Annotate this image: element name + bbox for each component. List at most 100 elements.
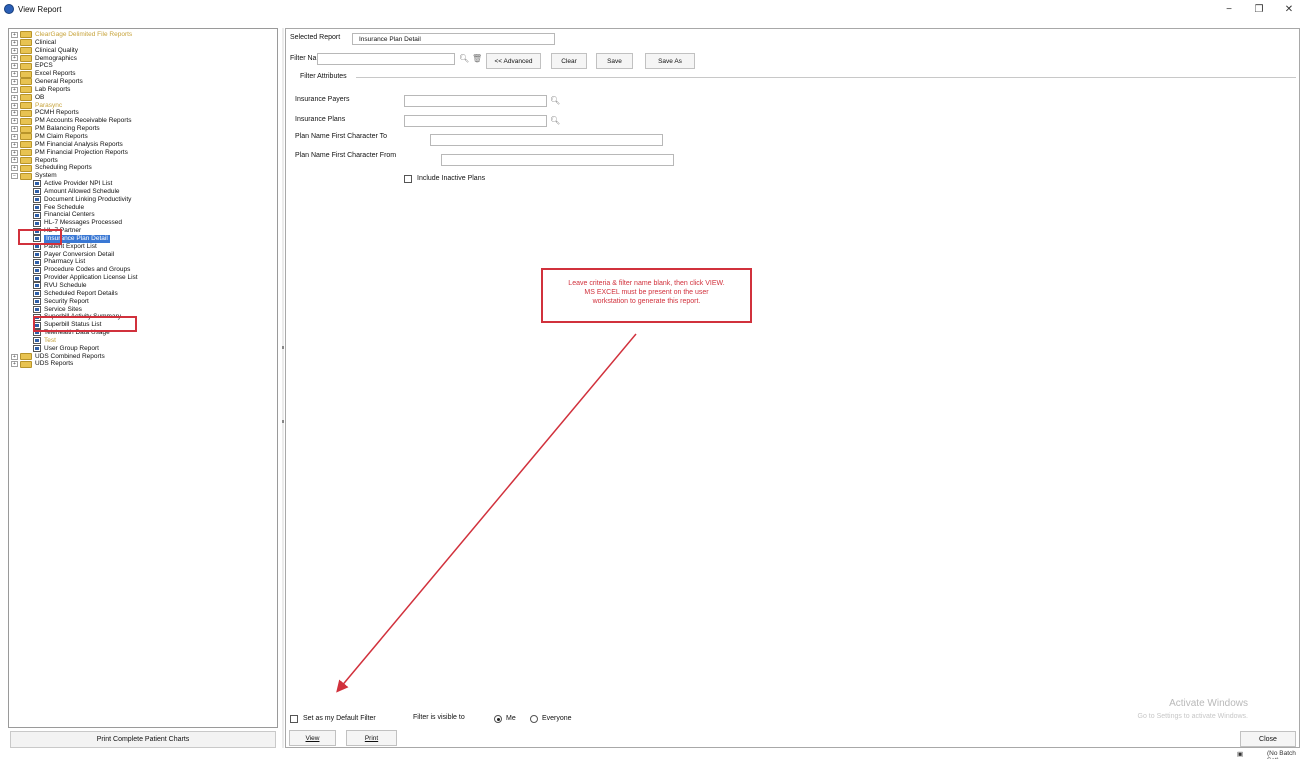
tree-report-item[interactable]: Provider Application License List — [11, 274, 277, 282]
tree-item-label: General Reports — [35, 78, 83, 86]
tree-item-label: System — [35, 172, 57, 180]
print-patient-charts-button[interactable]: Print Complete Patient Charts — [10, 731, 276, 748]
save-button[interactable]: Save — [596, 53, 633, 69]
app-icon — [4, 4, 14, 14]
close-window-button[interactable]: ✕ — [1274, 0, 1304, 18]
report-icon — [33, 196, 41, 204]
tree-folder[interactable]: + Parasync — [11, 102, 277, 110]
expand-toggle-icon[interactable]: + — [11, 361, 18, 368]
payers-search-icon[interactable]: 🔍︎ — [550, 96, 560, 106]
tree-report-item[interactable]: Security Report — [11, 298, 277, 306]
expand-toggle-icon[interactable]: + — [11, 63, 18, 70]
save-as-button[interactable]: Save As — [645, 53, 695, 69]
tree-folder[interactable]: + UDS Reports — [11, 360, 277, 368]
tree-folder[interactable]: + Clinical — [11, 39, 277, 47]
tree-report-item[interactable]: Service Sites — [11, 306, 277, 314]
expand-toggle-icon[interactable]: + — [11, 78, 18, 85]
tree-folder[interactable]: + Lab Reports — [11, 86, 277, 94]
expand-toggle-icon[interactable]: + — [11, 39, 18, 46]
tree-item-label: Security Report — [44, 297, 89, 305]
minimize-button[interactable]: − — [1214, 0, 1244, 18]
tree-report-item[interactable]: HL-7 Messages Processed — [11, 219, 277, 227]
clear-button[interactable]: Clear — [551, 53, 587, 69]
tree-folder[interactable]: + Clinical Quality — [11, 47, 277, 55]
expand-toggle-icon[interactable]: + — [11, 141, 18, 148]
tree-item-label: Amount Allowed Schedule — [44, 187, 120, 195]
plan-first-from-input[interactable] — [441, 154, 674, 166]
tree-report-item[interactable]: RVU Schedule — [11, 282, 277, 290]
close-button[interactable]: Close — [1240, 731, 1296, 747]
tree-report-item[interactable]: Fee Schedule — [11, 204, 277, 212]
tree-folder[interactable]: + OB — [11, 94, 277, 102]
expand-toggle-icon[interactable]: + — [11, 149, 18, 156]
visible-everyone-radio[interactable] — [530, 715, 538, 723]
batch-icon: ▣ — [1237, 751, 1244, 758]
folder-icon — [20, 62, 32, 70]
tree-report-item[interactable]: Procedure Codes and Groups — [11, 266, 277, 274]
tree-item-label: PCMH Reports — [35, 109, 79, 117]
title-bar: View Report − ❐ ✕ — [0, 0, 1304, 18]
include-inactive-checkbox[interactable] — [404, 175, 412, 183]
tree-report-item[interactable]: User Group Report — [11, 345, 277, 353]
tree-report-item[interactable]: Document Linking Productivity — [11, 196, 277, 204]
print-button[interactable]: Print — [346, 730, 397, 746]
tree-report-item[interactable]: Financial Centers — [11, 211, 277, 219]
tree-folder[interactable]: + UDS Combined Reports — [11, 353, 277, 361]
plan-first-to-input[interactable] — [430, 134, 663, 146]
activate-windows-watermark: Activate Windows — [1169, 698, 1248, 709]
report-icon — [33, 219, 41, 227]
tree-folder[interactable]: + Scheduling Reports — [11, 164, 277, 172]
visible-me-radio[interactable] — [494, 715, 502, 723]
tree-folder[interactable]: + ClearGage Delimited File Reports — [11, 31, 277, 39]
expand-toggle-icon[interactable]: + — [11, 353, 18, 360]
tree-report-item[interactable]: Pharmacy List — [11, 258, 277, 266]
tree-report-item[interactable]: Scheduled Report Details — [11, 290, 277, 298]
tree-folder[interactable]: + PM Balancing Reports — [11, 125, 277, 133]
tree-folder[interactable]: + PCMH Reports — [11, 109, 277, 117]
report-icon — [33, 266, 41, 274]
tree-item-label: Demographics — [35, 54, 77, 62]
report-icon — [33, 211, 41, 219]
tree-report-item[interactable]: Amount Allowed Schedule — [11, 188, 277, 196]
advanced-button[interactable]: << Advanced — [486, 53, 541, 69]
expand-toggle-icon[interactable]: + — [11, 102, 18, 109]
default-filter-checkbox[interactable] — [290, 715, 298, 723]
tree-folder[interactable]: + PM Financial Projection Reports — [11, 149, 277, 157]
expand-toggle-icon[interactable]: + — [11, 94, 18, 101]
report-icon — [33, 305, 41, 313]
delete-filter-icon[interactable]: 🗑︎ — [472, 54, 482, 64]
tree-folder[interactable]: + Demographics — [11, 55, 277, 63]
expand-toggle-icon[interactable]: + — [11, 86, 18, 93]
expand-toggle-icon[interactable]: + — [11, 133, 18, 140]
expand-toggle-icon[interactable]: + — [11, 31, 18, 38]
insurance-plans-input[interactable] — [404, 115, 547, 127]
tree-report-item[interactable]: Active Provider NPI List — [11, 180, 277, 188]
tree-folder[interactable]: + PM Financial Analysis Reports — [11, 141, 277, 149]
tree-folder[interactable]: + Reports — [11, 157, 277, 165]
tree-folder[interactable]: + PM Accounts Receivable Reports — [11, 117, 277, 125]
panel-splitter[interactable] — [282, 28, 284, 748]
expand-toggle-icon[interactable]: + — [11, 110, 18, 117]
expand-toggle-icon[interactable]: + — [11, 118, 18, 125]
tree-report-item[interactable]: Payer Conversion Detail — [11, 251, 277, 259]
plans-search-icon[interactable]: 🔍︎ — [550, 116, 560, 126]
expand-toggle-icon[interactable]: + — [11, 71, 18, 78]
expand-toggle-icon[interactable]: − — [11, 173, 18, 180]
tree-item-label: Fee Schedule — [44, 203, 85, 211]
expand-toggle-icon[interactable]: + — [11, 55, 18, 62]
view-button[interactable]: View — [289, 730, 336, 746]
search-icon[interactable]: 🔍︎ — [459, 54, 469, 64]
tree-report-item[interactable]: Test — [11, 337, 277, 345]
tree-folder[interactable]: + Excel Reports — [11, 70, 277, 78]
tree-folder[interactable]: + General Reports — [11, 78, 277, 86]
tree-folder[interactable]: − System — [11, 172, 277, 180]
insurance-payers-input[interactable] — [404, 95, 547, 107]
expand-toggle-icon[interactable]: + — [11, 165, 18, 172]
tree-folder[interactable]: + PM Claim Reports — [11, 133, 277, 141]
restore-button[interactable]: ❐ — [1244, 0, 1274, 18]
filter-name-input[interactable] — [317, 53, 455, 65]
tree-folder[interactable]: + EPCS — [11, 62, 277, 70]
expand-toggle-icon[interactable]: + — [11, 157, 18, 164]
expand-toggle-icon[interactable]: + — [11, 126, 18, 133]
expand-toggle-icon[interactable]: + — [11, 47, 18, 54]
